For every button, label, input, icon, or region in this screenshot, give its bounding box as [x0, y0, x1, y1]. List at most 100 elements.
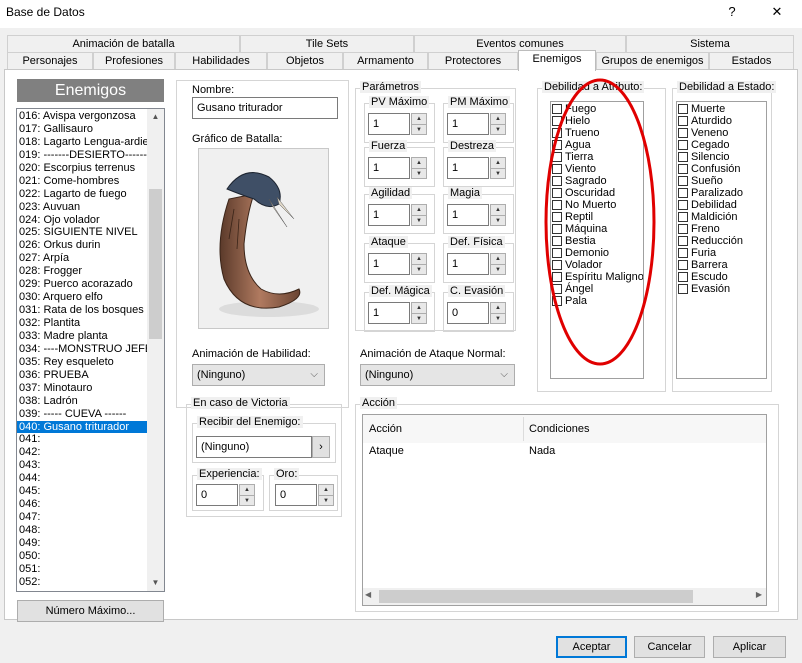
- enemy-list-item[interactable]: 045:: [17, 485, 148, 498]
- gold-updown[interactable]: ▲ ▼: [318, 484, 334, 506]
- enemy-list-item[interactable]: 026: Orkus durin: [17, 239, 148, 252]
- weakness-checkbox[interactable]: Silencio: [678, 151, 766, 163]
- param-updown[interactable]: ▲ ▼: [411, 113, 427, 135]
- weakness-checkbox[interactable]: Aturdido: [678, 115, 766, 127]
- param-updown[interactable]: ▲ ▼: [490, 113, 506, 135]
- enemy-list-item[interactable]: 029: Puerco acorazado: [17, 278, 148, 291]
- down-arrow-icon[interactable]: ▼: [240, 495, 254, 505]
- scroll-up-arrow-icon[interactable]: ▲: [147, 109, 164, 125]
- enemy-list-item[interactable]: 051:: [17, 563, 148, 576]
- checkbox-icon[interactable]: [678, 104, 688, 114]
- enemy-list-item[interactable]: 022: Lagarto de fuego: [17, 188, 148, 201]
- exp-updown[interactable]: ▲ ▼: [239, 484, 255, 506]
- weakness-checkbox[interactable]: Reducción: [678, 235, 766, 247]
- state-weakness-list[interactable]: Muerte Aturdido Veneno Cegado Silencio Confus…: [676, 101, 767, 379]
- checkbox-icon[interactable]: [678, 128, 688, 138]
- tab-enemy-groups[interactable]: Grupos de enemigos: [596, 52, 709, 69]
- enemy-list-item[interactable]: 047:: [17, 511, 148, 524]
- down-arrow-icon[interactable]: ▼: [491, 313, 505, 323]
- down-arrow-icon[interactable]: ▼: [412, 168, 426, 178]
- enemy-list-item[interactable]: 020: Escorpius terrenus: [17, 162, 148, 175]
- enemy-list-item[interactable]: 030: Arquero elfo: [17, 291, 148, 304]
- enemy-list-scrollbar[interactable]: ▲ ▼: [147, 109, 164, 591]
- weakness-checkbox[interactable]: Evasión: [678, 283, 766, 295]
- param-value[interactable]: 0: [447, 302, 489, 324]
- down-arrow-icon[interactable]: ▼: [491, 264, 505, 274]
- weakness-checkbox[interactable]: Maldición: [678, 211, 766, 223]
- action-table[interactable]: Acción Condiciones Ataque Nada ◀ ▶: [362, 414, 767, 606]
- enemy-list-item[interactable]: 037: Minotauro: [17, 382, 148, 395]
- enemy-list-item[interactable]: 033: Madre planta: [17, 330, 148, 343]
- weakness-checkbox[interactable]: Sueño: [678, 175, 766, 187]
- weakness-checkbox[interactable]: Muerte: [678, 103, 766, 115]
- down-arrow-icon[interactable]: ▼: [319, 495, 333, 505]
- param-value[interactable]: 1: [447, 253, 489, 275]
- enemy-list-item[interactable]: 032: Plantita: [17, 317, 148, 330]
- enemy-list-item[interactable]: 049:: [17, 537, 148, 550]
- up-arrow-icon[interactable]: ▲: [240, 485, 254, 495]
- up-arrow-icon[interactable]: ▲: [412, 158, 426, 168]
- checkbox-icon[interactable]: [678, 140, 688, 150]
- param-value[interactable]: 1: [447, 157, 489, 179]
- tab-items[interactable]: Objetos: [267, 52, 343, 69]
- up-arrow-icon[interactable]: ▲: [412, 114, 426, 124]
- param-value[interactable]: 1: [368, 253, 410, 275]
- weakness-checkbox[interactable]: Debilidad: [678, 199, 766, 211]
- checkbox-icon[interactable]: [678, 224, 688, 234]
- checkbox-icon[interactable]: [678, 116, 688, 126]
- weakness-checkbox[interactable]: Barrera: [678, 259, 766, 271]
- enemy-list-item[interactable]: 019: -------DESIERTO-------: [17, 149, 148, 162]
- tab-system[interactable]: Sistema: [626, 35, 794, 52]
- up-arrow-icon[interactable]: ▲: [319, 485, 333, 495]
- enemy-list-item[interactable]: 038: Ladrón: [17, 395, 148, 408]
- enemy-list-item[interactable]: 021: Come-hombres: [17, 175, 148, 188]
- col-conditions-header[interactable]: Condiciones: [529, 423, 590, 435]
- exp-value[interactable]: 0: [196, 484, 238, 506]
- enemy-list-item[interactable]: 024: Ojo volador: [17, 214, 148, 227]
- scroll-right-arrow-icon[interactable]: ▶: [756, 590, 762, 599]
- enemy-list-item[interactable]: 036: PRUEBA: [17, 369, 148, 382]
- table-row[interactable]: Ataque Nada: [363, 443, 766, 459]
- param-updown[interactable]: ▲ ▼: [411, 204, 427, 226]
- checkbox-icon[interactable]: [678, 188, 688, 198]
- enemy-list-item[interactable]: 034: ----MONSTRUO JEFE----: [17, 343, 148, 356]
- tab-states[interactable]: Estados: [709, 52, 794, 69]
- down-arrow-icon[interactable]: ▼: [491, 124, 505, 134]
- down-arrow-icon[interactable]: ▼: [412, 215, 426, 225]
- tab-enemies[interactable]: Enemigos: [518, 50, 596, 71]
- tab-battle-animation[interactable]: Animación de batalla: [7, 35, 240, 52]
- battle-graphic-preview[interactable]: [198, 148, 329, 329]
- checkbox-icon[interactable]: [678, 260, 688, 270]
- enemy-list-item[interactable]: 017: Gallisauro: [17, 123, 148, 136]
- enemy-list-item[interactable]: 023: Auvuan: [17, 201, 148, 214]
- enemy-list-item[interactable]: 025: SIGUIENTE NIVEL: [17, 226, 148, 239]
- up-arrow-icon[interactable]: ▲: [412, 303, 426, 313]
- up-arrow-icon[interactable]: ▲: [491, 303, 505, 313]
- enemy-list-item[interactable]: 041:: [17, 433, 148, 446]
- weakness-checkbox[interactable]: Confusión: [678, 163, 766, 175]
- weakness-checkbox[interactable]: Veneno: [678, 127, 766, 139]
- checkbox-icon[interactable]: [678, 248, 688, 258]
- checkbox-icon[interactable]: [678, 200, 688, 210]
- max-number-button[interactable]: Número Máximo...: [17, 600, 164, 622]
- receive-item-field[interactable]: (Ninguno): [196, 436, 312, 458]
- down-arrow-icon[interactable]: ▼: [491, 215, 505, 225]
- checkbox-icon[interactable]: [678, 176, 688, 186]
- param-value[interactable]: 1: [368, 204, 410, 226]
- param-value[interactable]: 1: [368, 302, 410, 324]
- enemy-list-item[interactable]: 031: Rata de los bosques: [17, 304, 148, 317]
- weakness-checkbox[interactable]: Cegado: [678, 139, 766, 151]
- param-updown[interactable]: ▲ ▼: [411, 302, 427, 324]
- enemy-list-item[interactable]: 016: Avispa vergonzosa: [17, 110, 148, 123]
- param-updown[interactable]: ▲ ▼: [490, 302, 506, 324]
- down-arrow-icon[interactable]: ▼: [412, 264, 426, 274]
- enemy-list-item[interactable]: 035: Rey esqueleto: [17, 356, 148, 369]
- cancel-button[interactable]: Cancelar: [634, 636, 705, 658]
- receive-browse-button[interactable]: ›: [312, 436, 330, 458]
- param-updown[interactable]: ▲ ▼: [411, 157, 427, 179]
- weakness-checkbox[interactable]: Furia: [678, 247, 766, 259]
- param-value[interactable]: 1: [368, 157, 410, 179]
- skill-anim-dropdown[interactable]: (Ninguno) ⌵: [192, 364, 325, 386]
- param-value[interactable]: 1: [447, 113, 489, 135]
- apply-button[interactable]: Aplicar: [713, 636, 786, 658]
